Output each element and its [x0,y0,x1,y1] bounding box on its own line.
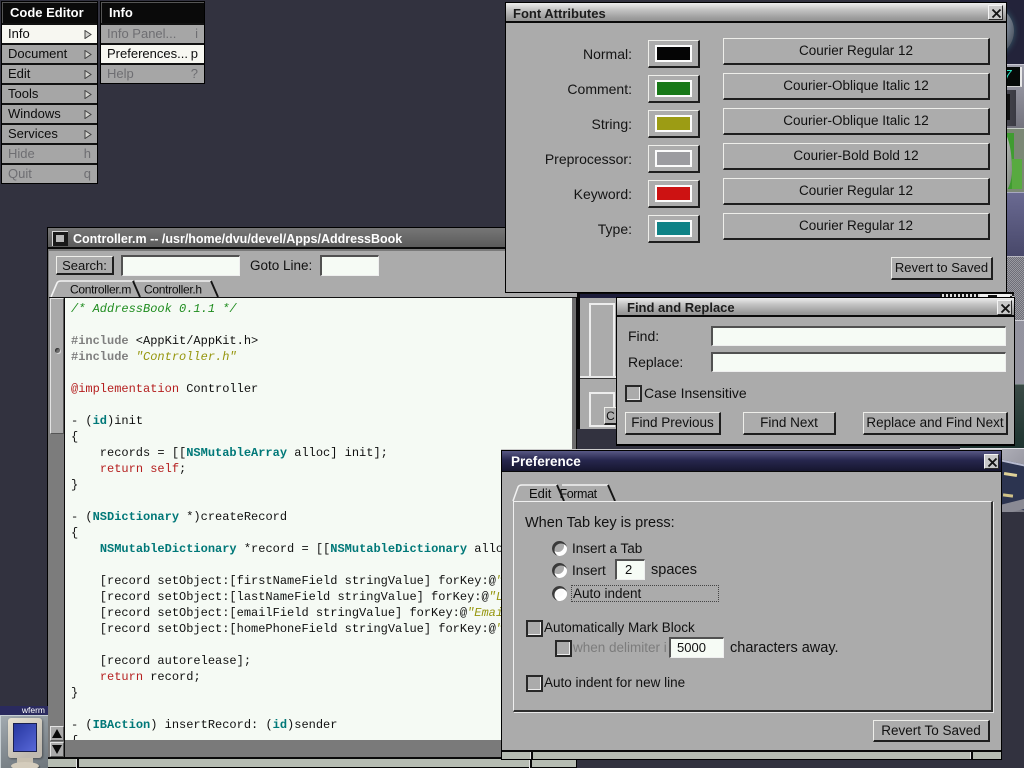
svg-text:Controller.m: Controller.m [70,283,131,297]
svg-text:Controller.h: Controller.h [144,283,202,297]
svg-text:Edit: Edit [529,486,552,501]
svg-text:Format: Format [560,487,598,501]
